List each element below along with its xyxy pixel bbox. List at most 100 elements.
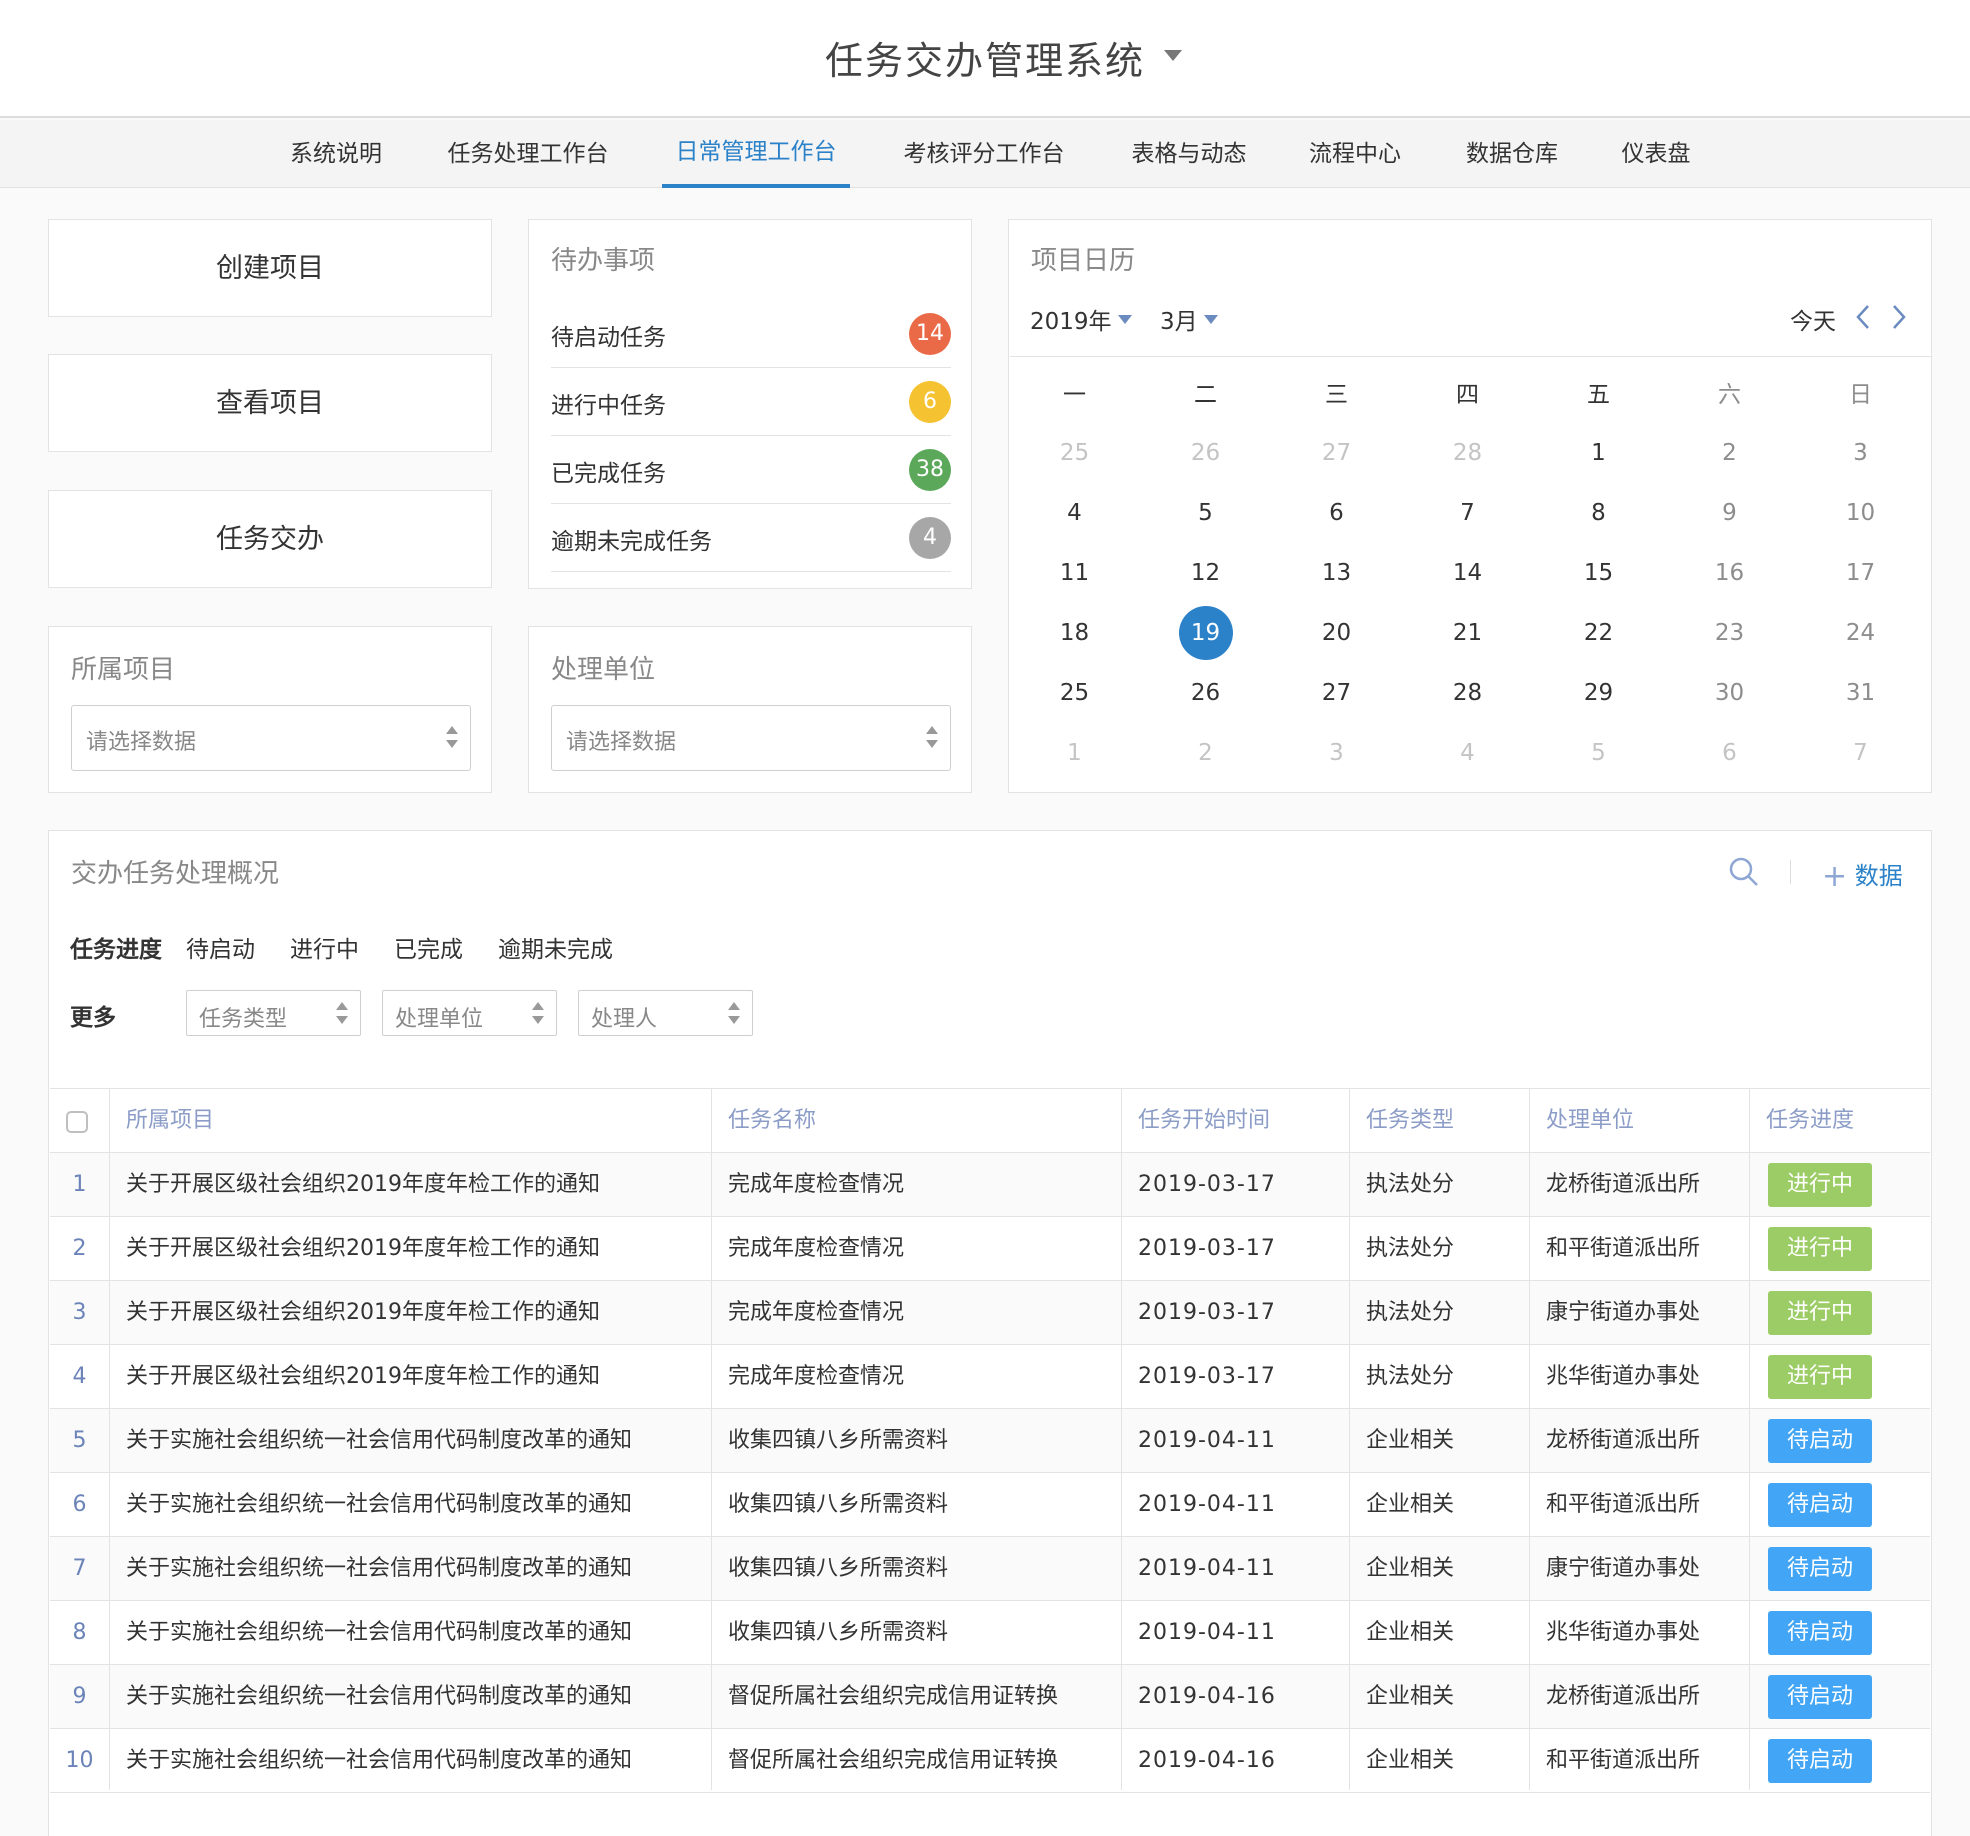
status-badge[interactable]: 待启动 [1768, 1419, 1872, 1463]
header-progress[interactable]: 任务进度 [1766, 1089, 1854, 1153]
status-badge[interactable]: 待启动 [1768, 1483, 1872, 1527]
table-row[interactable]: 6 关于实施社会组织统一社会信用代码制度改革的通知 收集四镇八乡所需资料 2019-0… [50, 1473, 1930, 1537]
filter-pending[interactable]: 待启动 [186, 930, 255, 964]
calendar-day[interactable]: 27 [1271, 663, 1402, 723]
unit-type-select[interactable]: 处理单位 [382, 990, 557, 1036]
header-start[interactable]: 任务开始时间 [1138, 1089, 1270, 1153]
unit-select[interactable]: 请选择数据 [551, 705, 951, 771]
calendar-day[interactable]: 17 [1795, 543, 1926, 603]
table-row[interactable]: 9 关于实施社会组织统一社会信用代码制度改革的通知 督促所属社会组织完成信用证转换 2… [50, 1665, 1930, 1729]
select-all-checkbox[interactable] [66, 1111, 88, 1133]
todo-item[interactable]: 逾期未完成任务 4 [551, 504, 951, 572]
status-badge[interactable]: 进行中 [1768, 1163, 1872, 1207]
calendar-day[interactable]: 3 [1271, 723, 1402, 783]
tab-data-warehouse[interactable]: 数据仓库 [1450, 120, 1574, 188]
header-unit[interactable]: 处理单位 [1546, 1089, 1634, 1153]
header-type[interactable]: 任务类型 [1366, 1089, 1454, 1153]
calendar-day[interactable]: 3 [1795, 423, 1926, 483]
status-badge[interactable]: 进行中 [1768, 1227, 1872, 1271]
calendar-day[interactable]: 1 [1009, 723, 1140, 783]
calendar-day[interactable]: 26 [1140, 423, 1271, 483]
task-type-select[interactable]: 任务类型 [186, 990, 361, 1036]
status-badge[interactable]: 待启动 [1768, 1547, 1872, 1591]
prev-month-icon[interactable] [1854, 304, 1872, 330]
table-row[interactable]: 4 关于开展区级社会组织2019年度年检工作的通知 完成年度检查情况 2019-03-… [50, 1345, 1930, 1409]
calendar-day[interactable]: 4 [1402, 723, 1533, 783]
search-icon[interactable] [1728, 856, 1760, 888]
calendar-day[interactable]: 5 [1533, 723, 1664, 783]
tab-dashboard[interactable]: 仪表盘 [1614, 120, 1698, 188]
tab-scoring-workbench[interactable]: 考核评分工作台 [892, 120, 1076, 188]
calendar-day[interactable]: 25 [1009, 663, 1140, 723]
table-row[interactable]: 7 关于实施社会组织统一社会信用代码制度改革的通知 收集四镇八乡所需资料 2019-0… [50, 1537, 1930, 1601]
calendar-day[interactable]: 22 [1533, 603, 1664, 663]
calendar-day[interactable]: 18 [1009, 603, 1140, 663]
create-project-button[interactable]: 创建项目 [48, 219, 492, 317]
month-select[interactable]: 3月 [1160, 302, 1218, 336]
table-row[interactable]: 5 关于实施社会组织统一社会信用代码制度改革的通知 收集四镇八乡所需资料 2019-0… [50, 1409, 1930, 1473]
title-dropdown-icon[interactable] [1164, 50, 1182, 61]
filter-completed[interactable]: 已完成 [394, 930, 463, 964]
filter-overdue[interactable]: 逾期未完成 [498, 930, 613, 964]
tab-process-center[interactable]: 流程中心 [1302, 120, 1408, 188]
status-badge[interactable]: 待启动 [1768, 1611, 1872, 1655]
status-badge[interactable]: 进行中 [1768, 1355, 1872, 1399]
calendar-day[interactable]: 1 [1533, 423, 1664, 483]
calendar-day[interactable]: 8 [1533, 483, 1664, 543]
table-row[interactable]: 2 关于开展区级社会组织2019年度年检工作的通知 完成年度检查情况 2019-03-… [50, 1217, 1930, 1281]
calendar-day[interactable]: 9 [1664, 483, 1795, 543]
calendar-day[interactable]: 13 [1271, 543, 1402, 603]
year-select[interactable]: 2019年 [1030, 302, 1132, 336]
tab-daily-workbench[interactable]: 日常管理工作台 [662, 120, 850, 188]
tab-system-intro[interactable]: 系统说明 [278, 120, 394, 188]
calendar-day[interactable]: 4 [1009, 483, 1140, 543]
calendar-day[interactable]: 21 [1402, 603, 1533, 663]
calendar-day[interactable]: 30 [1664, 663, 1795, 723]
table-row[interactable]: 3 关于开展区级社会组织2019年度年检工作的通知 完成年度检查情况 2019-03-… [50, 1281, 1930, 1345]
next-month-icon[interactable] [1890, 304, 1908, 330]
todo-item[interactable]: 待启动任务 14 [551, 300, 951, 368]
tab-tables-dynamics[interactable]: 表格与动态 [1118, 120, 1260, 188]
calendar-day[interactable]: 7 [1402, 483, 1533, 543]
calendar-day[interactable]: 31 [1795, 663, 1926, 723]
calendar-day[interactable]: 24 [1795, 603, 1926, 663]
todo-item[interactable]: 进行中任务 6 [551, 368, 951, 436]
calendar-day[interactable]: 23 [1664, 603, 1795, 663]
calendar-day[interactable]: 7 [1795, 723, 1926, 783]
calendar-day[interactable]: 28 [1402, 423, 1533, 483]
tab-task-workbench[interactable]: 任务处理工作台 [436, 120, 620, 188]
status-badge[interactable]: 进行中 [1768, 1291, 1872, 1335]
project-select[interactable]: 请选择数据 [71, 705, 471, 771]
calendar-day[interactable]: 26 [1140, 663, 1271, 723]
table-row[interactable]: 1 关于开展区级社会组织2019年度年检工作的通知 完成年度检查情况 2019-03-… [50, 1153, 1930, 1217]
calendar-day[interactable]: 14 [1402, 543, 1533, 603]
header-project[interactable]: 所属项目 [126, 1089, 214, 1153]
calendar-day[interactable]: 20 [1271, 603, 1402, 663]
filter-in-progress[interactable]: 进行中 [290, 930, 359, 964]
calendar-day[interactable]: 6 [1664, 723, 1795, 783]
calendar-day[interactable]: 5 [1140, 483, 1271, 543]
table-row[interactable]: 10 关于实施社会组织统一社会信用代码制度改革的通知 督促所属社会组织完成信用证转换… [50, 1729, 1930, 1793]
today-button[interactable]: 今天 [1790, 302, 1836, 336]
calendar-day[interactable]: 29 [1533, 663, 1664, 723]
calendar-day[interactable]: 16 [1664, 543, 1795, 603]
status-badge[interactable]: 待启动 [1768, 1675, 1872, 1719]
calendar-day[interactable]: 12 [1140, 543, 1271, 603]
calendar-day[interactable]: 2 [1664, 423, 1795, 483]
calendar-day[interactable]: 19 [1140, 603, 1271, 663]
calendar-day[interactable]: 2 [1140, 723, 1271, 783]
calendar-day[interactable]: 25 [1009, 423, 1140, 483]
calendar-day[interactable]: 10 [1795, 483, 1926, 543]
calendar-day[interactable]: 11 [1009, 543, 1140, 603]
table-row[interactable]: 8 关于实施社会组织统一社会信用代码制度改革的通知 收集四镇八乡所需资料 2019-0… [50, 1601, 1930, 1665]
calendar-day[interactable]: 6 [1271, 483, 1402, 543]
header-task[interactable]: 任务名称 [728, 1089, 816, 1153]
calendar-day[interactable]: 28 [1402, 663, 1533, 723]
view-project-button[interactable]: 查看项目 [48, 354, 492, 452]
calendar-day[interactable]: 27 [1271, 423, 1402, 483]
status-badge[interactable]: 待启动 [1768, 1739, 1872, 1783]
calendar-day[interactable]: 15 [1533, 543, 1664, 603]
todo-item[interactable]: 已完成任务 38 [551, 436, 951, 504]
assign-task-button[interactable]: 任务交办 [48, 490, 492, 588]
add-data-button[interactable]: + 数据 [1822, 856, 1903, 894]
